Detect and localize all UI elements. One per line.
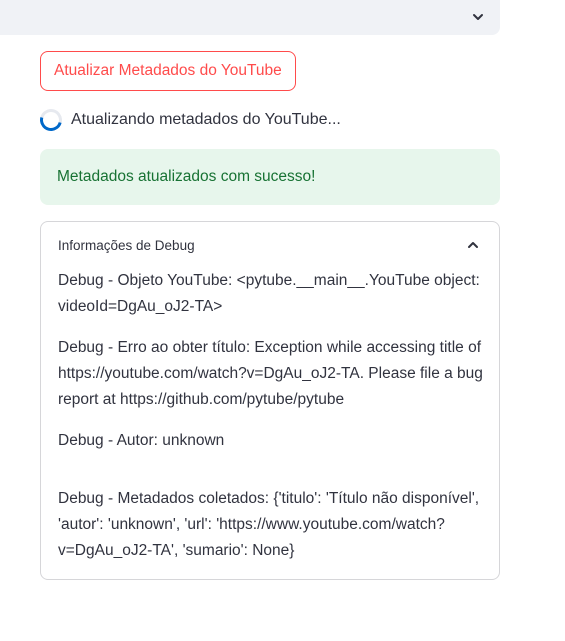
debug-line: Debug - Metadados coletados: {'titulo': …	[58, 490, 480, 507]
success-alert: Metadados atualizados com sucesso!	[40, 149, 500, 205]
debug-author: Debug - Autor: unknown	[58, 428, 224, 454]
loading-status: Atualizando metadados do YouTube...	[35, 104, 341, 136]
debug-line: videoId=DgAu_oJ2-TA>	[58, 298, 223, 315]
debug-line: report at https://github.com/pytube/pytu…	[58, 391, 345, 408]
debug-line: Debug - Erro ao obter título: Exception …	[58, 339, 482, 356]
debug-expander-header[interactable]: Informações de Debug	[41, 222, 499, 268]
loading-text: Atualizando metadados do YouTube...	[71, 111, 341, 128]
debug-expander-title: Informações de Debug	[58, 237, 195, 253]
update-metadata-button[interactable]: Atualizar Metadados do YouTube	[40, 51, 296, 91]
debug-title-error: Debug - Erro ao obter título: Exception …	[58, 335, 483, 413]
chevron-up-icon[interactable]	[465, 237, 481, 253]
debug-youtube-object: Debug - Objeto YouTube: <pytube.__main__…	[58, 268, 480, 320]
debug-line: 'autor': 'unknown', 'url': 'https://www.…	[58, 516, 445, 533]
spinner-icon	[35, 104, 67, 136]
debug-line: Debug - Autor: unknown	[58, 432, 225, 449]
chevron-down-icon[interactable]	[470, 9, 486, 25]
top-expander-header[interactable]	[0, 0, 500, 35]
success-message: Metadados atualizados com sucesso!	[57, 168, 316, 185]
debug-collected-metadata: Debug - Metadados coletados: {'titulo': …	[58, 486, 479, 564]
debug-expander: Informações de Debug Debug - Objeto YouT…	[40, 221, 500, 580]
debug-line: v=DgAu_oJ2-TA', 'sumario': None}	[58, 542, 295, 559]
debug-line: https://youtube.com/watch?v=DgAu_oJ2-TA.…	[58, 365, 483, 382]
debug-line: Debug - Objeto YouTube: <pytube.__main__…	[58, 272, 480, 289]
